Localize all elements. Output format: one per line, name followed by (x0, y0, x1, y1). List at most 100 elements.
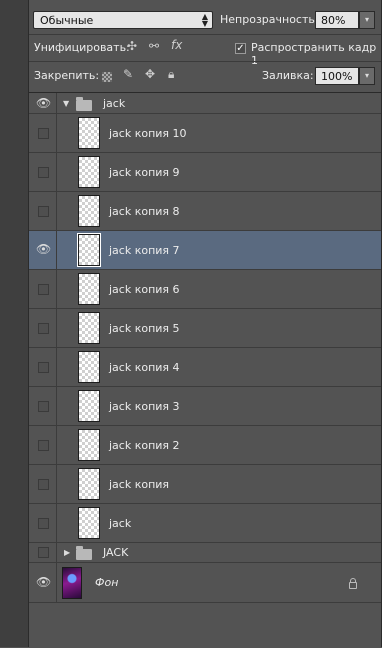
opacity-label: Непрозрачность: (220, 13, 319, 26)
layer-thumbnail (78, 429, 100, 461)
layer-thumbnail (78, 156, 100, 188)
left-dock-strip (0, 0, 29, 647)
fill-input[interactable]: 100% (315, 67, 359, 85)
background-layer-row[interactable]: 👁︎ Фон (29, 563, 381, 603)
layers-panel: Обычные ▲ ▼ Непрозрачность: 80% ▾ Унифици… (29, 0, 382, 648)
layer-thumbnail (78, 507, 100, 539)
layer-row[interactable]: jack копия (29, 465, 381, 504)
visibility-cell[interactable] (29, 153, 57, 191)
layer-name: jack копия 4 (109, 361, 180, 374)
layer-group-row[interactable]: 👁︎ ▼ jack (29, 93, 381, 114)
layer-group-row[interactable]: ▶ JACK (29, 543, 381, 563)
layer-name: JACK (103, 546, 129, 559)
layer-thumbnail (78, 351, 100, 383)
visibility-toggle[interactable] (38, 128, 49, 139)
opacity-input[interactable]: 80% (315, 11, 359, 29)
layer-name: jack копия 3 (109, 400, 180, 413)
lock-fill-row: Закрепить: ✎ ✥ 🔒︎ Заливка: 100% ▾ (29, 65, 381, 87)
visibility-toggle[interactable] (38, 323, 49, 334)
layer-thumbnail (78, 468, 100, 500)
visibility-toggle[interactable] (38, 362, 49, 373)
layer-row[interactable]: jack копия 2 (29, 426, 381, 465)
unify-position-icon[interactable]: ✣ (127, 39, 137, 53)
visibility-toggle[interactable] (38, 206, 49, 217)
opacity-dropdown-button[interactable]: ▾ (359, 11, 375, 29)
visibility-toggle[interactable] (38, 440, 49, 451)
visibility-cell[interactable]: 👁︎ (29, 563, 57, 602)
divider (29, 61, 381, 62)
blend-mode-value: Обычные (40, 14, 94, 27)
layer-row[interactable]: jack копия 5 (29, 309, 381, 348)
visibility-cell[interactable] (29, 543, 57, 562)
unify-style-icon[interactable]: fx (171, 38, 182, 52)
collapse-triangle-icon[interactable]: ▶ (64, 548, 70, 557)
fill-label: Заливка: (262, 69, 314, 82)
folder-icon (76, 546, 92, 560)
layer-name: jack копия 6 (109, 283, 180, 296)
visibility-cell[interactable] (29, 309, 57, 347)
layer-name: jack копия 2 (109, 439, 180, 452)
eye-icon[interactable]: 👁︎ (36, 575, 51, 589)
layer-row-selected[interactable]: 👁︎ jack копия 7 (29, 231, 381, 270)
blend-opacity-row: Обычные ▲ ▼ Непрозрачность: 80% ▾ (29, 8, 381, 32)
layer-name: jack копия 8 (109, 205, 180, 218)
lock-image-pixels-icon[interactable]: ✎ (123, 67, 133, 81)
visibility-cell[interactable] (29, 504, 57, 542)
lock-label: Закрепить: (34, 69, 100, 82)
layer-thumbnail (78, 117, 100, 149)
layer-row[interactable]: jack копия 6 (29, 270, 381, 309)
unify-visibility-icon[interactable]: ⚯ (149, 39, 159, 53)
layer-name: jack копия 9 (109, 166, 180, 179)
folder-icon (76, 97, 92, 111)
visibility-toggle[interactable] (38, 284, 49, 295)
divider (29, 34, 381, 35)
lock-icon (349, 578, 357, 589)
visibility-cell[interactable] (29, 270, 57, 308)
propagate-checkbox[interactable]: ✓ (235, 43, 246, 54)
layer-thumbnail (78, 273, 100, 305)
visibility-cell[interactable]: 👁︎ (29, 93, 57, 113)
blend-mode-select[interactable]: Обычные ▲ ▼ (33, 11, 213, 29)
visibility-cell[interactable]: 👁︎ (29, 231, 57, 269)
layer-name: Фон (95, 576, 119, 589)
layers-list: 👁︎ ▼ jack jack копия 10 jack копия 9 jac… (29, 92, 381, 648)
layer-row[interactable]: jack копия 10 (29, 114, 381, 153)
layer-name: jack копия 10 (109, 127, 187, 140)
unify-row: Унифицировать: ✣ ⚯ fx ✓ Распространить к… (29, 37, 381, 67)
layer-thumbnail (78, 312, 100, 344)
unify-label: Унифицировать: (34, 41, 130, 54)
visibility-cell[interactable] (29, 465, 57, 503)
propagate-label: Распространить кадр 1 (251, 41, 377, 67)
expand-triangle-icon[interactable]: ▼ (63, 99, 69, 108)
visibility-toggle[interactable] (38, 167, 49, 178)
fill-value: 100% (321, 70, 353, 83)
eye-icon[interactable]: 👁︎ (36, 96, 51, 110)
visibility-cell[interactable] (29, 426, 57, 464)
layer-thumbnail (78, 390, 100, 422)
layer-thumbnail (77, 233, 101, 267)
lock-position-icon[interactable]: ✥ (145, 67, 155, 81)
layer-row[interactable]: jack копия 4 (29, 348, 381, 387)
fill-dropdown-button[interactable]: ▾ (359, 67, 375, 85)
visibility-cell[interactable] (29, 387, 57, 425)
background-thumbnail (62, 567, 82, 599)
visibility-toggle[interactable] (38, 479, 49, 490)
layer-row[interactable]: jack (29, 504, 381, 543)
layer-row[interactable]: jack копия 3 (29, 387, 381, 426)
layer-name: jack (103, 97, 126, 110)
layer-name: jack копия 7 (109, 244, 180, 257)
lock-all-icon[interactable]: 🔒︎ (168, 67, 174, 82)
layer-thumbnail (78, 195, 100, 227)
visibility-cell[interactable] (29, 348, 57, 386)
visibility-cell[interactable] (29, 114, 57, 152)
eye-icon[interactable]: 👁︎ (36, 242, 51, 256)
layer-row[interactable]: jack копия 8 (29, 192, 381, 231)
layer-row[interactable]: jack копия 9 (29, 153, 381, 192)
visibility-toggle[interactable] (38, 401, 49, 412)
lock-transparent-pixels-icon[interactable] (102, 72, 112, 82)
visibility-cell[interactable] (29, 192, 57, 230)
visibility-toggle[interactable] (38, 547, 49, 558)
layer-name: jack (109, 517, 132, 530)
visibility-toggle[interactable] (38, 518, 49, 529)
layer-name: jack копия 5 (109, 322, 180, 335)
